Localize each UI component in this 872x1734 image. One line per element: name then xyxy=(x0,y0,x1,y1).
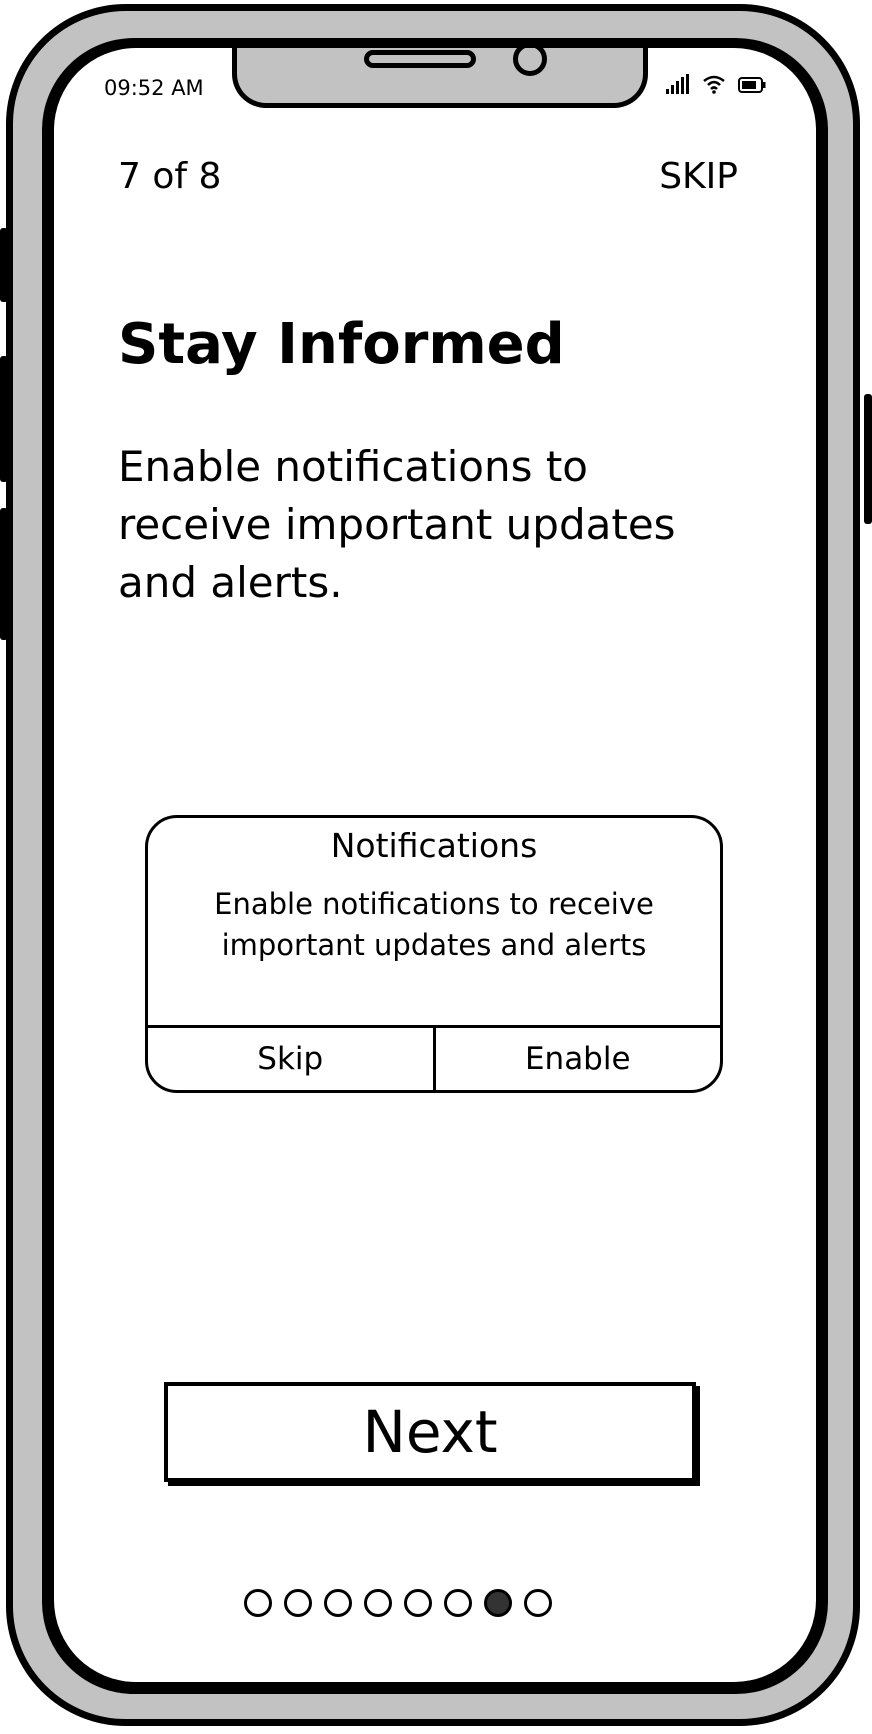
device-frame: 09:52 AM 7 of 8 SKIP Stay Informed Enabl… xyxy=(0,0,872,1734)
pagination-dot[interactable] xyxy=(324,1589,352,1617)
skip-link[interactable]: SKIP xyxy=(659,156,738,197)
pagination-dot[interactable] xyxy=(284,1589,312,1617)
page-title: Stay Informed xyxy=(118,312,565,377)
front-camera-icon xyxy=(513,48,547,76)
pagination-dot[interactable] xyxy=(524,1589,552,1617)
dialog-message: Enable notifications to receive importan… xyxy=(214,887,654,962)
notifications-dialog: Notifications Enable notifications to re… xyxy=(145,815,723,1093)
next-button[interactable]: Next xyxy=(164,1382,696,1482)
pagination-dot[interactable] xyxy=(404,1589,432,1617)
dialog-title: Notifications xyxy=(330,826,538,865)
dialog-enable-button[interactable]: Enable xyxy=(436,1028,721,1090)
battery-icon xyxy=(738,76,766,98)
status-time: 09:52 AM xyxy=(104,76,204,100)
pagination-dot[interactable] xyxy=(444,1589,472,1617)
pagination-dot[interactable] xyxy=(244,1589,272,1617)
page-counter: 7 of 8 xyxy=(118,156,222,197)
speaker-grille xyxy=(364,50,476,68)
power-button xyxy=(864,394,872,524)
pagination-dot-active[interactable] xyxy=(484,1589,512,1617)
pagination-dots xyxy=(244,1589,552,1617)
screen: 09:52 AM 7 of 8 SKIP Stay Informed Enabl… xyxy=(54,48,816,1682)
status-icons xyxy=(666,74,766,98)
cellular-signal-icon xyxy=(666,74,690,98)
wifi-icon xyxy=(702,74,726,98)
dialog-skip-button[interactable]: Skip xyxy=(148,1028,436,1090)
description-text: Enable notifications to receive importan… xyxy=(118,442,676,607)
notch xyxy=(232,48,648,108)
dialog-actions: Skip Enable xyxy=(148,1025,720,1090)
pagination-dot[interactable] xyxy=(364,1589,392,1617)
